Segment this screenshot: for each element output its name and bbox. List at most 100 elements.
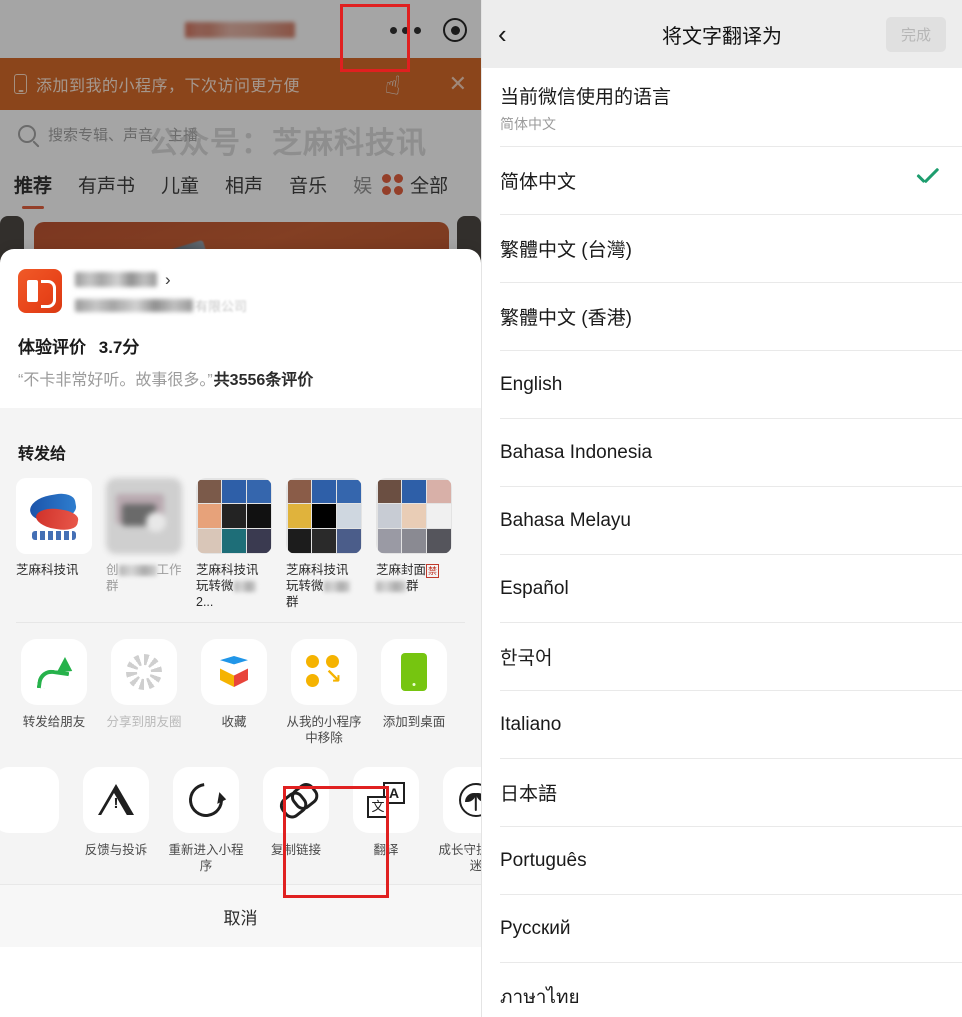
- partial-icon: [0, 766, 59, 833]
- language-label: Bahasa Melayu: [500, 509, 631, 531]
- right-panel-translate-language-picker: ‹ 将文字翻译为 完成 当前微信使用的语言 简体中文 简体中文 繁體中文 (台灣…: [481, 0, 962, 1017]
- rating-count[interactable]: 共3556条评价: [214, 366, 314, 390]
- action-copy-link[interactable]: 复制链接: [258, 766, 334, 875]
- rating-block[interactable]: 体验评价 3.7分 “不卡非常好听。故事很多。” 共3556条评价: [0, 315, 481, 390]
- list-item[interactable]: 芝麻封面禁 群: [376, 478, 452, 610]
- rating-subtitle: “不卡非常好听。故事很多。” 共3556条评价: [18, 366, 463, 390]
- contact-label: 芝麻科技讯: [16, 563, 79, 577]
- action-row-1: 转发给朋友 分享到朋友圈 收藏 从我的小程序中移除: [0, 623, 481, 755]
- brand-logo-avatar: [16, 478, 92, 554]
- language-label: 日本語: [500, 784, 558, 805]
- language-label: 한국어: [500, 648, 553, 669]
- miniprogram-name-redacted: [75, 272, 157, 287]
- list-item[interactable]: 芝麻科技讯 玩转微2...: [196, 478, 272, 610]
- language-label: Português: [500, 849, 587, 871]
- contact-label: 芝麻封面禁 群: [376, 563, 440, 593]
- remove-from-miniprograms-icon: [291, 639, 357, 705]
- contact-label: 创工作群: [106, 563, 182, 593]
- language-label: 简体中文: [500, 172, 577, 193]
- action-restart-miniprogram[interactable]: 重新进入小程序: [168, 766, 244, 875]
- refresh-icon: [173, 766, 239, 833]
- language-option-korean[interactable]: 한국어: [482, 623, 962, 690]
- forward-section: 转发给 芝麻科技讯 创 工作群 芝麻科技讯 玩转微2... 芝麻科技讯 玩转微群…: [0, 424, 481, 623]
- cancel-button[interactable]: 取消: [0, 885, 481, 947]
- language-option-russian[interactable]: Русский: [482, 895, 962, 962]
- left-panel-miniprogram-share-sheet: 添加到我的小程序，下次访问更方便 ☝ ✕ 搜索专辑、声音、主播 推荐 有声书 儿…: [0, 0, 481, 1017]
- language-option-bahasa-indonesia[interactable]: Bahasa Indonesia: [482, 419, 962, 486]
- moments-icon: [111, 639, 177, 705]
- language-label: Bahasa Indonesia: [500, 441, 653, 463]
- language-option-portugues[interactable]: Português: [482, 827, 962, 894]
- language-option-espanol[interactable]: Español: [482, 555, 962, 622]
- action-label: 反馈与投诉: [84, 842, 148, 857]
- action-peek-previous[interactable]: [0, 766, 64, 875]
- screen-root: 添加到我的小程序，下次访问更方便 ☝ ✕ 搜索专辑、声音、主播 推荐 有声书 儿…: [0, 0, 962, 1017]
- list-item[interactable]: 创工作群: [106, 478, 182, 610]
- current-language-title: 当前微信使用的语言: [500, 87, 672, 108]
- language-option-japanese[interactable]: 日本語: [482, 759, 962, 826]
- language-option-simplified-chinese[interactable]: 简体中文: [482, 147, 962, 214]
- language-option-thai[interactable]: ภาษาไทย: [482, 963, 962, 1017]
- share-action-sheet: › 有限公司 体验评价 3.7分 “不卡非常好听。故事很多。” 共3556条评价…: [0, 249, 481, 1017]
- current-language-block: 当前微信使用的语言 简体中文: [482, 68, 962, 146]
- contact-label: 芝麻科技讯 玩转微2...: [196, 563, 259, 609]
- language-option-english[interactable]: English: [482, 351, 962, 418]
- language-label: 繁體中文 (台灣): [500, 240, 632, 261]
- link-icon: [263, 766, 329, 833]
- rating-title: 体验评价 3.7分: [18, 333, 463, 358]
- miniprogram-name-row[interactable]: ›: [75, 271, 463, 288]
- group-grid-avatar: [196, 478, 272, 554]
- language-label: 繁體中文 (香港): [500, 308, 632, 329]
- action-feedback-complaint[interactable]: ! 反馈与投诉: [78, 766, 154, 875]
- done-button[interactable]: 完成: [885, 16, 946, 52]
- language-label: Italiano: [500, 713, 562, 735]
- action-row-2: ! 反馈与投诉 重新进入小程序 复制链接 A文 翻译 成长守 迷: [0, 755, 481, 885]
- action-remove-from-miniprograms[interactable]: 从我的小程序中移除: [286, 639, 362, 747]
- favorite-cube-icon: [201, 639, 267, 705]
- list-item[interactable]: 芝麻科技讯 玩转微群: [286, 478, 362, 610]
- language-option-bahasa-melayu[interactable]: Bahasa Melayu: [482, 487, 962, 554]
- language-option-traditional-chinese-tw[interactable]: 繁體中文 (台灣): [482, 215, 962, 282]
- action-label: 成长守护防沉迷: [438, 842, 481, 873]
- miniprogram-info-card[interactable]: › 有限公司: [0, 249, 481, 315]
- contact-list: 芝麻科技讯 创工作群 芝麻科技讯 玩转微2... 芝麻科技讯 玩转微群 芝麻封面…: [0, 464, 481, 622]
- current-language-value: 简体中文: [500, 116, 556, 132]
- company-name-redacted: [75, 299, 193, 312]
- action-share-to-moments[interactable]: 分享到朋友圈: [106, 639, 182, 747]
- action-favorite[interactable]: 收藏: [196, 639, 272, 747]
- warning-triangle-icon: !: [83, 766, 149, 833]
- company-suffix: 有限公司: [195, 299, 248, 314]
- language-label: Русский: [500, 917, 571, 939]
- action-label: 添加到桌面: [382, 715, 446, 729]
- action-grid: 转发给朋友 分享到朋友圈 收藏 从我的小程序中移除: [0, 623, 481, 884]
- blurred-photo-avatar: [106, 478, 182, 554]
- language-option-italiano[interactable]: Italiano: [482, 691, 962, 758]
- checkmark-icon: [916, 174, 942, 188]
- contact-label: 芝麻科技讯 玩转微群: [286, 563, 350, 609]
- action-label: 重新进入小程序: [168, 842, 244, 873]
- action-label: 从我的小程序中移除: [286, 715, 362, 746]
- miniprogram-company-row: 有限公司: [75, 296, 463, 315]
- language-label: Español: [500, 577, 569, 599]
- section-gap: [0, 408, 481, 424]
- action-forward-to-friend[interactable]: 转发给朋友: [16, 639, 92, 747]
- action-add-to-desktop[interactable]: 添加到桌面: [376, 639, 452, 747]
- miniprogram-logo: [18, 269, 62, 313]
- language-label: English: [500, 373, 563, 395]
- share-arrow-icon: [21, 639, 87, 705]
- growth-guard-icon: [443, 766, 481, 833]
- action-label: 分享到朋友圈: [106, 715, 182, 729]
- add-to-desktop-icon: [381, 639, 447, 705]
- action-label: 转发给朋友: [22, 715, 86, 729]
- action-translate[interactable]: A文 翻译: [348, 766, 424, 875]
- rating-score: 3.7分: [98, 338, 140, 357]
- action-growth-guard[interactable]: 成长守护防沉迷: [438, 766, 481, 875]
- action-label: 收藏: [221, 715, 247, 729]
- group-grid-avatar: [286, 478, 362, 554]
- translate-icon: A文: [353, 766, 419, 833]
- list-item[interactable]: 芝麻科技讯: [16, 478, 92, 610]
- language-option-traditional-chinese-hk[interactable]: 繁體中文 (香港): [482, 283, 962, 350]
- chevron-right-icon: ›: [165, 270, 171, 289]
- action-label: 复制链接: [270, 842, 321, 857]
- language-label: ภาษาไทย: [500, 986, 580, 1008]
